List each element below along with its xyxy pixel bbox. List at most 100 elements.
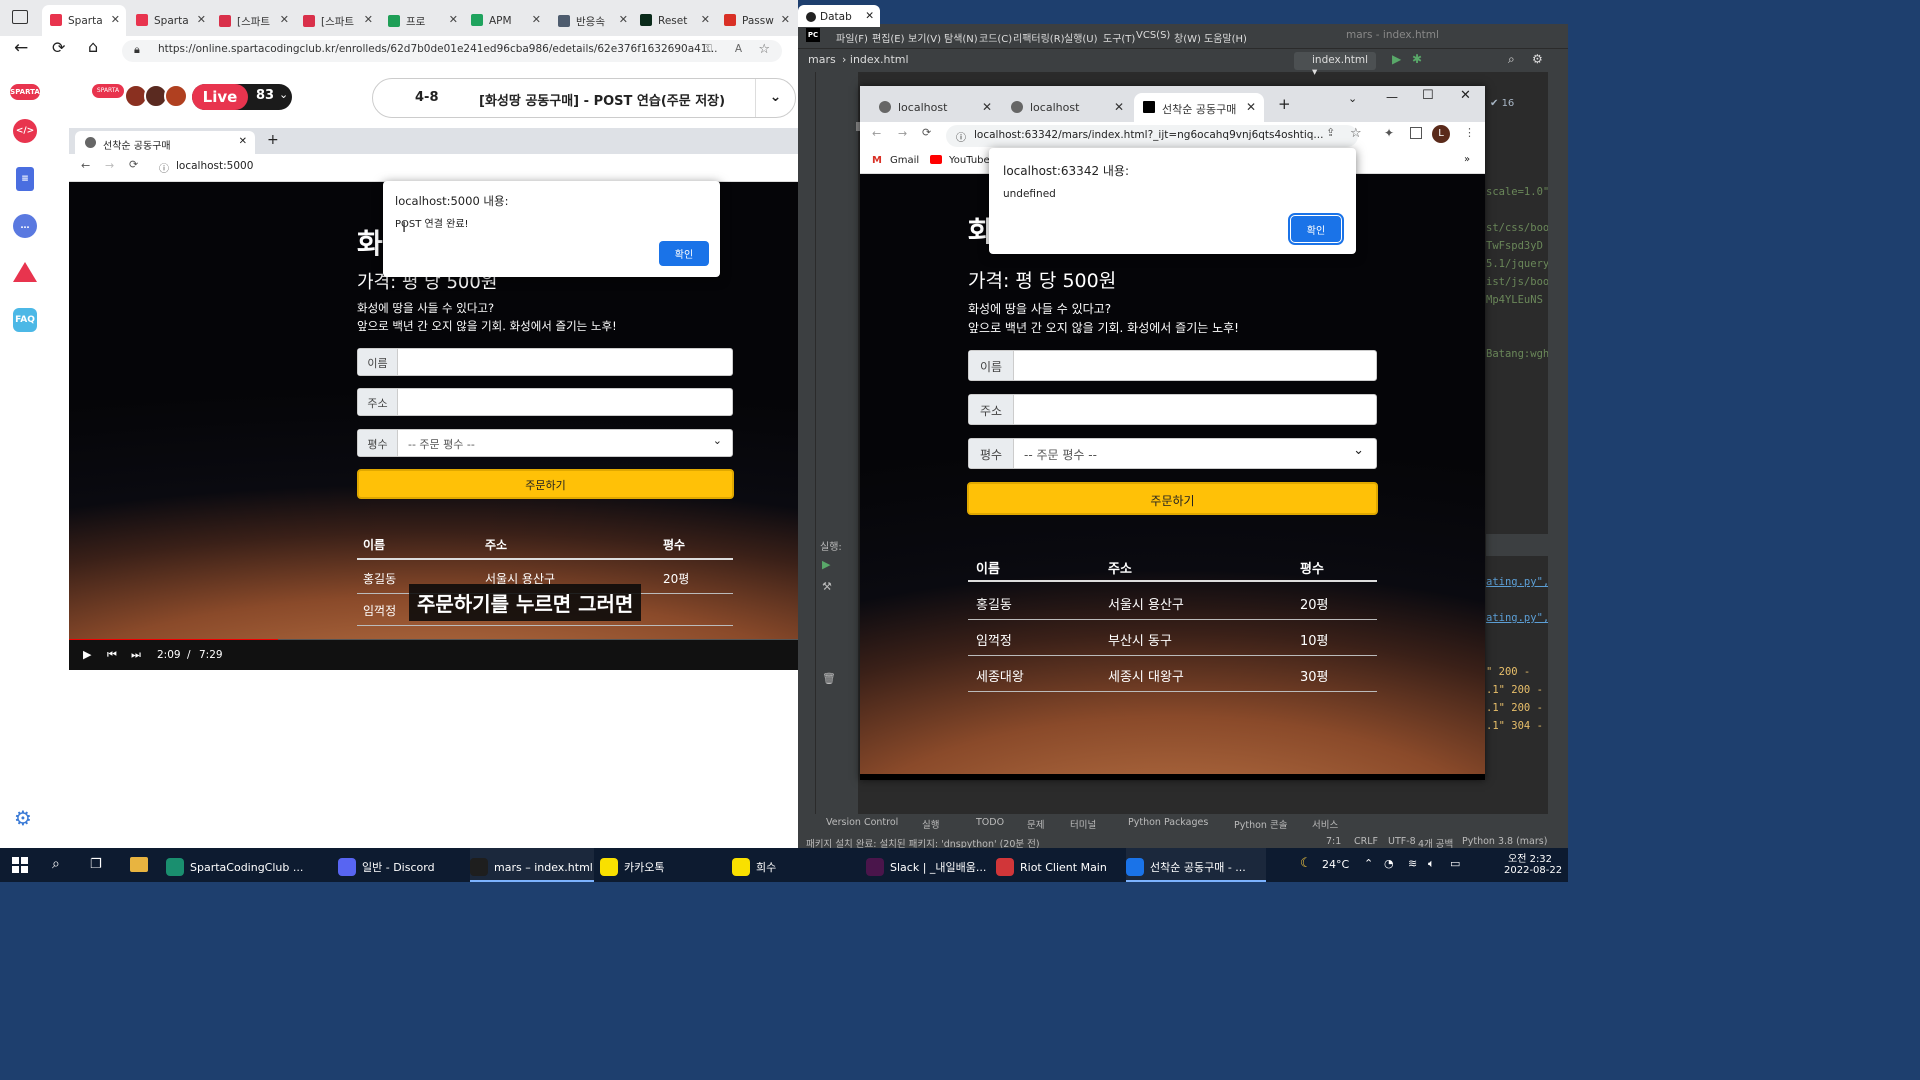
chrome-tab[interactable]: localhost ✕ <box>1002 93 1132 122</box>
new-tab-icon[interactable]: + <box>267 132 279 148</box>
menu-item[interactable]: VCS(S) <box>1136 30 1170 41</box>
faq-icon[interactable]: FAQ <box>13 308 37 332</box>
home-icon[interactable]: ⌂ <box>88 37 98 56</box>
bottom-tool-tab[interactable]: 터미널 <box>1070 817 1096 831</box>
clock-time[interactable]: 오전 2:32 <box>1508 850 1552 865</box>
taskbar-app[interactable]: 카카오톡 <box>600 848 724 882</box>
clock-date[interactable]: 2022-08-22 <box>1504 865 1562 876</box>
close-icon[interactable]: ✕ <box>532 13 541 26</box>
back-icon[interactable]: ← <box>872 127 881 140</box>
taskbar-app[interactable]: 선착순 공동구매 - ... <box>1126 848 1266 882</box>
taskbar-app[interactable]: 희수 <box>732 848 856 882</box>
close-icon[interactable]: ✕ <box>781 13 790 26</box>
order-button[interactable]: 주문하기 <box>967 482 1378 515</box>
bottom-tool-tab[interactable]: Version Control <box>826 817 898 828</box>
address-field[interactable]: 주소 <box>357 388 733 416</box>
browser-tab[interactable]: APM ✕ <box>463 5 547 36</box>
browser-tab[interactable]: Reset ✕ <box>632 5 716 36</box>
profile-avatar[interactable]: L <box>1432 125 1450 143</box>
chrome-tab[interactable]: 선착순 공동구매 ✕ <box>1134 93 1264 122</box>
tab-search-icon[interactable]: ⌄ <box>1348 92 1357 105</box>
maximize-icon[interactable]: ☐ <box>1422 88 1434 103</box>
run-config-selector[interactable]: index.html ▾ <box>1294 52 1376 78</box>
menu-item[interactable]: 탐색(N) <box>944 30 978 45</box>
task-view-icon[interactable]: ❐ <box>90 857 102 872</box>
refresh-icon[interactable]: ⟳ <box>52 38 65 57</box>
browser-tab[interactable]: [스파트 ✕ <box>295 5 379 36</box>
live-badge[interactable]: Live 83 ⌄ <box>192 84 292 110</box>
address-bar[interactable]: 🔒︎ https://online.spartacodingclub.kr/en… <box>122 40 782 62</box>
share-icon[interactable]: ⇪ <box>1326 126 1335 139</box>
name-field[interactable]: 이름 <box>968 350 1377 381</box>
extensions-icon[interactable]: ✦ <box>1384 126 1394 140</box>
battery-icon[interactable]: ▭ <box>1450 857 1460 870</box>
settings-icon[interactable]: ⚙ <box>14 806 32 830</box>
bottom-tool-tab[interactable]: TODO <box>976 817 1004 828</box>
close-icon[interactable]: ✕ <box>701 13 710 26</box>
order-button[interactable]: 주문하기 <box>357 469 734 499</box>
browser-tab[interactable]: [스파트 ✕ <box>211 5 295 36</box>
next-icon[interactable]: ⏭ <box>131 648 141 662</box>
lecture-selector[interactable]: 4-8 [화성땅 공동구매] - POST 연습(주문 저장) ⌄ <box>372 78 796 118</box>
read-aloud-icon[interactable]: A <box>735 43 742 55</box>
close-icon[interactable]: ✕ <box>619 13 628 26</box>
alert-icon[interactable] <box>13 262 37 282</box>
close-icon[interactable]: ✕ <box>364 13 373 26</box>
taskbar-app[interactable]: SpartaCodingClub ... <box>166 848 303 882</box>
status-item[interactable]: UTF-8 <box>1388 836 1416 847</box>
bookmark-youtube[interactable]: YouTube <box>949 155 990 166</box>
chat-icon[interactable]: … <box>13 214 37 238</box>
alert-ok-button[interactable]: 확인 <box>659 241 709 266</box>
menu-item[interactable]: 리팩터링(R) <box>1013 30 1065 45</box>
trash-icon[interactable]: 🗑︎ <box>822 672 836 685</box>
file-breadcrumb[interactable]: › index.html <box>842 53 909 66</box>
browser-tab[interactable]: Sparta ✕ <box>128 5 212 36</box>
search-icon[interactable]: ⌕ <box>52 856 60 872</box>
taskbar-app[interactable]: Riot Client Main <box>996 848 1120 882</box>
close-icon[interactable]: ✕ <box>239 136 247 147</box>
close-icon[interactable]: ✕ <box>111 13 120 26</box>
minimize-icon[interactable]: — <box>1386 90 1398 104</box>
sparta-logo-icon[interactable]: SPARTA <box>10 84 40 100</box>
star-icon[interactable]: ☆ <box>1350 126 1362 141</box>
size-select[interactable]: 평수 -- 주문 평수 -- ⌄ <box>968 438 1377 469</box>
file-explorer-icon[interactable] <box>130 857 148 872</box>
search-icon[interactable]: ⌕ <box>1508 52 1515 67</box>
close-icon[interactable]: ✕ <box>449 13 458 26</box>
chevron-down-icon[interactable]: ⌄ <box>755 79 795 117</box>
browser-tab[interactable]: Passw ✕ <box>716 5 796 36</box>
close-icon[interactable]: ✕ <box>280 13 289 26</box>
bottom-tool-tab[interactable]: 실행 <box>922 817 939 831</box>
taskbar-app[interactable]: mars – index.html <box>470 848 594 882</box>
wrench-icon[interactable]: ⚒ <box>822 580 832 593</box>
video-tab[interactable]: 선착순 공동구매 ✕ <box>75 131 255 154</box>
close-icon[interactable]: ✕ <box>1114 100 1124 114</box>
play-icon[interactable]: ▶ <box>83 648 91 661</box>
side-panel-icon[interactable] <box>1410 127 1422 139</box>
close-icon[interactable]: ✕ <box>1460 88 1471 103</box>
refresh-icon[interactable]: ⟳ <box>129 158 138 171</box>
menu-item[interactable]: 창(W) <box>1174 30 1201 45</box>
chrome-tab[interactable]: localhost ✕ <box>870 93 1000 122</box>
browser-tab[interactable]: Sparta ✕ <box>42 5 126 36</box>
bottom-tool-tab[interactable]: Python Packages <box>1128 817 1208 828</box>
forward-icon[interactable]: → <box>898 127 907 140</box>
key-icon[interactable]: ⚿ <box>704 43 712 56</box>
gear-icon[interactable]: ⚙ <box>1532 52 1543 66</box>
code-icon[interactable]: </> <box>13 119 37 143</box>
status-item[interactable]: CRLF <box>1354 836 1378 847</box>
bottom-tool-tab[interactable]: 문제 <box>1027 817 1044 831</box>
status-item[interactable]: 7:1 <box>1326 836 1341 847</box>
close-icon[interactable]: ✕ <box>982 100 992 114</box>
volume-icon[interactable]: 🔈︎ <box>1428 857 1435 871</box>
rerun-icon[interactable]: ▶ <box>822 558 830 571</box>
menu-item[interactable]: 실행(U) <box>1064 30 1098 45</box>
name-field[interactable]: 이름 <box>357 348 733 376</box>
tab-actions-icon[interactable] <box>12 10 28 24</box>
more-bookmarks-icon[interactable]: » <box>1464 154 1470 165</box>
close-icon[interactable]: ✕ <box>197 13 206 26</box>
alert-ok-button[interactable]: 확인 <box>1288 213 1344 245</box>
back-icon[interactable]: ← <box>81 159 90 172</box>
other-window-tab[interactable]: Datab ✕ <box>798 5 880 27</box>
bookmark-gmail[interactable]: Gmail <box>890 155 919 166</box>
